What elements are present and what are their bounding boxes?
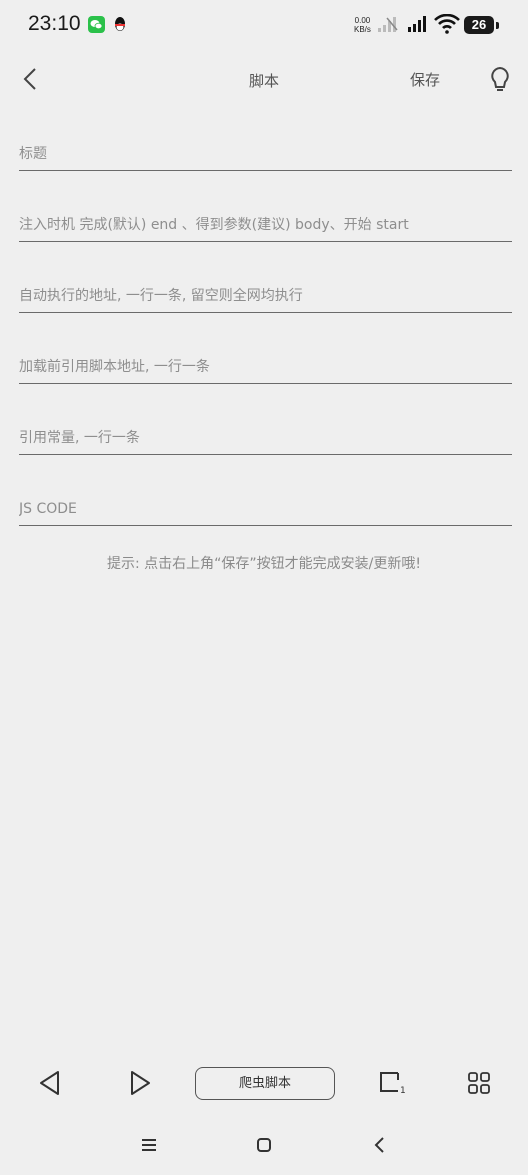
system-menu-button[interactable] [140,1137,158,1157]
home-square-icon [257,1138,271,1152]
system-navigation-bar [0,1125,528,1165]
status-bar: 23:10 0.00 KB/s 26 [0,0,528,52]
system-home-button[interactable] [256,1137,272,1157]
script-tab-button[interactable]: 爬虫脚本 [195,1067,335,1100]
toolbar: 脚本 保存 [0,52,528,108]
constants-field [19,424,512,455]
chevron-left-icon [374,1137,384,1153]
inject-timing-field [19,211,512,242]
nav-back-button[interactable] [38,1070,62,1100]
page-title: 脚本 [248,72,279,90]
status-time: 23:10 [28,12,81,35]
constants-input[interactable] [19,424,512,452]
net-speed-value: 0.00 [354,16,371,25]
save-hint: 提示: 点击右上角“保存”按钮才能完成安装/更新哦! [106,556,421,572]
browser-bottom-bar: 爬虫脚本 1 [0,1060,528,1110]
qq-notification-icon [112,15,128,34]
tabs-button[interactable] [378,1070,402,1098]
battery-indicator: 26 [464,16,494,34]
battery-tip [496,22,499,29]
js-code-field [19,495,512,526]
hamburger-icon [142,1139,156,1151]
triangle-right-icon [131,1071,150,1095]
signal-weak-icon [378,16,400,38]
grid-icon [468,1072,490,1094]
net-speed-unit: KB/s [354,25,371,34]
wifi-icon [434,13,460,38]
lightbulb-icon [491,66,509,91]
menu-grid-button[interactable] [468,1072,490,1098]
tabs-count: 1 [400,1086,406,1096]
auto-run-urls-input[interactable] [19,282,512,310]
nav-forward-button[interactable] [128,1070,152,1100]
system-back-button[interactable] [372,1135,386,1159]
preload-scripts-input[interactable] [19,353,512,381]
triangle-left-icon [40,1071,59,1095]
title-field [19,140,512,171]
lightbulb-button[interactable] [488,66,512,94]
inject-timing-input[interactable] [19,211,512,239]
preload-scripts-field [19,353,512,384]
wechat-notification-icon [88,16,105,33]
js-code-input[interactable] [19,495,512,523]
save-button[interactable]: 保存 [410,69,440,90]
tabs-icon [380,1072,399,1092]
auto-run-urls-field [19,282,512,313]
title-input[interactable] [19,140,512,168]
net-speed: 0.00 KB/s [354,16,371,34]
signal-strong-icon [408,15,430,37]
